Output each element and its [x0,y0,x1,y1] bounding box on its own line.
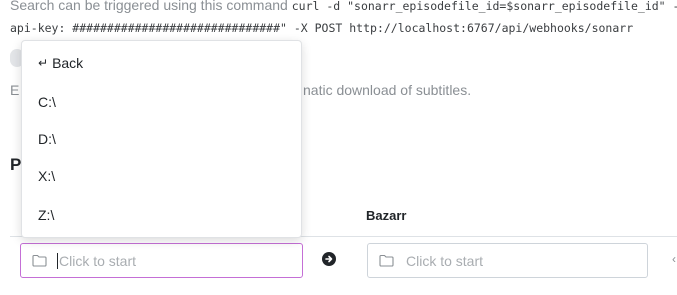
path-dropdown-menu: ↵ Back C:\ D:\ X:\ Z:\ [21,40,302,238]
dropdown-item-label: X:\ [38,168,56,184]
dropdown-item-label: C:\ [38,94,56,110]
dropdown-item-drive-d[interactable]: D:\ [38,131,56,147]
bazarr-path-placeholder: Click to start [406,252,484,269]
dropdown-item-back[interactable]: ↵ Back [38,55,83,71]
dropdown-item-label: Z:\ [38,207,55,223]
command-prefix-text: Search can be triggered using this comma… [10,0,288,13]
sonarr-path-placeholder: Click to start [59,252,137,269]
folder-icon [379,254,394,267]
dropdown-item-drive-x[interactable]: X:\ [38,168,55,184]
dropdown-item-back-label: Back [52,55,84,71]
dropdown-item-drive-z[interactable]: Z:\ [38,207,54,223]
bazarr-column-header: Bazarr [366,208,407,223]
section-heading: P [10,155,22,174]
sonarr-path-input[interactable]: Click to start [20,243,303,278]
command-code-line-2: api-key: ##############################"… [10,21,634,35]
folder-icon [32,254,47,267]
dropdown-item-label: D:\ [38,131,56,147]
back-arrow-icon: ↵ [38,56,49,70]
text-cursor [57,252,58,269]
remove-mapping-button[interactable]: ‹ [672,252,676,266]
command-code-line-1: curl -d "sonarr_episodefile_id=$sonarr_e… [291,0,677,13]
dropdown-item-drive-c[interactable]: C:\ [38,94,56,110]
description-text-start: E [10,82,20,98]
page: Search can be triggered using this comma… [0,0,677,295]
bazarr-path-input[interactable]: Click to start [367,243,648,278]
command-description: Search can be triggered using this comma… [10,0,677,13]
description-text-end: natic download of subtitles. [303,82,472,98]
arrow-right-circle-icon [322,252,336,266]
